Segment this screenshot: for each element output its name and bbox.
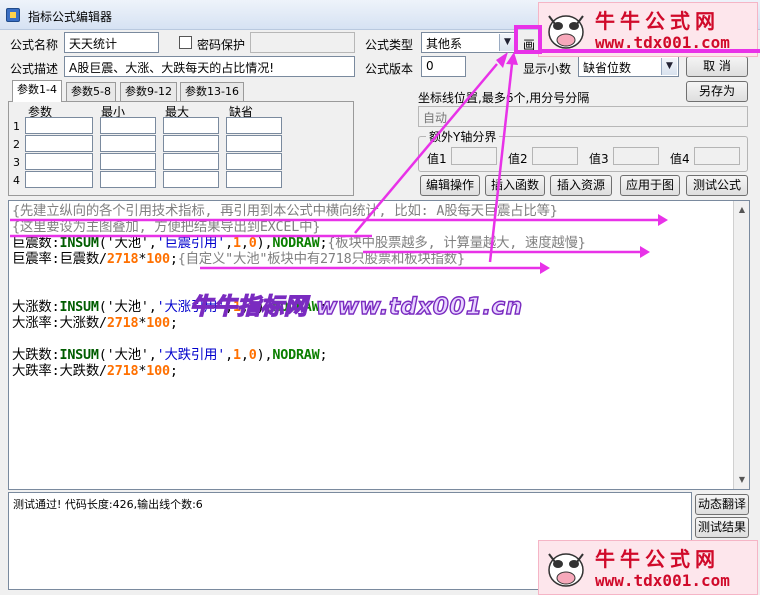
param-row-num: 2 [13, 138, 20, 151]
chevron-down-icon: ▼ [661, 58, 677, 75]
chevron-down-icon: ▼ [499, 34, 515, 51]
code-line-2: {这里要设为主图叠加, 方便把结果导出到EXCEL中} [12, 220, 321, 235]
cancel-button[interactable]: 取 消 [686, 56, 748, 77]
param-1-default[interactable] [226, 117, 282, 134]
status-text: 测试通过! 代码长度:426,输出线个数:6 [13, 498, 203, 511]
app-icon [6, 8, 20, 22]
desc-input[interactable]: A股巨震、大涨、大跌每天的占比情况! [64, 56, 355, 77]
param-4-max[interactable] [163, 171, 219, 188]
param-2-min[interactable] [100, 135, 156, 152]
param-2-default[interactable] [226, 135, 282, 152]
password-input[interactable] [250, 32, 355, 53]
code-line-1: {先建立纵向的各个引用技术指标, 再引用到本公式中横向统计, 比如: A股每天巨… [12, 204, 558, 219]
save-as-button[interactable]: 另存为 [686, 81, 748, 102]
logo-url-text: www.tdx001.com [595, 571, 730, 590]
window-title: 指标公式编辑器 [28, 10, 113, 24]
decimals-label: 显示小数 [523, 62, 572, 76]
scroll-up-icon[interactable]: ▲ [735, 203, 749, 217]
param-3-max[interactable] [163, 153, 219, 170]
edit-button[interactable]: 编辑操作 [420, 175, 480, 196]
y-value-1-input[interactable] [451, 147, 497, 165]
tab-params-5-8[interactable]: 参数5-8 [66, 82, 116, 101]
type-label: 公式类型 [365, 38, 414, 52]
dynamic-translate-button[interactable]: 动态翻译 [695, 494, 749, 515]
code-line-3: 巨震数:INSUM('大池','巨震引用',1,0),NODRAW;{板块中股票… [12, 236, 586, 251]
cow-icon [548, 15, 584, 49]
y-value-3-input[interactable] [613, 147, 659, 165]
decimals-select[interactable]: 缺省位数 ▼ [578, 56, 679, 77]
y-value-4-input[interactable] [694, 147, 740, 165]
param-1-min[interactable] [100, 117, 156, 134]
y-value-1-label: 值1 [427, 152, 447, 166]
insert-resource-button[interactable]: 插入资源 [550, 175, 612, 196]
code-line-4: 巨震率:巨震数/2718*100;{自定义"大池"板块中有2718只股票和板块指… [12, 252, 465, 267]
arrowhead-2 [506, 52, 518, 65]
param-1-name[interactable] [25, 117, 93, 134]
code-editor[interactable]: {先建立纵向的各个引用技术指标, 再引用到本公式中横向统计, 比如: A股每天巨… [8, 200, 750, 490]
y-value-2-input[interactable] [532, 147, 578, 165]
arrowhead-1 [496, 52, 508, 68]
param-3-name[interactable] [25, 153, 93, 170]
watermark-logo-bottom: 牛牛公式网 www.tdx001.com [538, 540, 758, 595]
tab-params-13-16[interactable]: 参数13-16 [180, 82, 244, 101]
logo-cn-text: 牛牛公式网 [595, 9, 720, 33]
watermark-logo-top: 牛牛公式网 www.tdx001.com [538, 2, 758, 57]
password-checkbox[interactable] [179, 36, 192, 49]
editor-scrollbar[interactable]: ▲ ▼ [733, 201, 749, 489]
code-line-9: 大跌数:INSUM('大池','大跌引用',1,0),NODRAW; [12, 348, 328, 363]
tab-params-9-12[interactable]: 参数9-12 [120, 82, 177, 101]
param-4-default[interactable] [226, 171, 282, 188]
type-select-value: 其他系 [426, 37, 463, 51]
param-1-max[interactable] [163, 117, 219, 134]
param-4-name[interactable] [25, 171, 93, 188]
insert-function-button[interactable]: 插入函数 [485, 175, 545, 196]
y-value-4-label: 值4 [670, 152, 690, 166]
param-row-num: 3 [13, 156, 20, 169]
param-3-min[interactable] [100, 153, 156, 170]
apply-to-chart-button[interactable]: 应用于图 [620, 175, 680, 196]
name-label: 公式名称 [10, 38, 59, 52]
y-value-2-label: 值2 [508, 152, 528, 166]
param-row-num: 4 [13, 174, 20, 187]
logo-url-text: www.tdx001.com [595, 33, 730, 52]
watermark-text: 牛牛指标网 www.tdx001.cn [189, 293, 523, 320]
type-select[interactable]: 其他系 ▼ [421, 32, 517, 53]
desc-label: 公式描述 [10, 62, 59, 76]
param-2-name[interactable] [25, 135, 93, 152]
code-line-10: 大跌率:大跌数/2718*100; [12, 364, 178, 379]
test-result-button[interactable]: 测试结果 [695, 517, 749, 538]
param-2-max[interactable] [163, 135, 219, 152]
tab-params-1-4[interactable]: 参数1-4 [12, 80, 62, 102]
axis-label: 坐标线位置,最多6个,用分号分隔 [418, 91, 590, 105]
param-row-num: 1 [13, 120, 20, 133]
scroll-down-icon[interactable]: ▼ [735, 473, 749, 487]
y-value-3-label: 值3 [589, 152, 609, 166]
code-line-7: 大涨率:大涨数/2718*100; [12, 316, 178, 331]
y-axis-group-title: 额外Y轴分界 [426, 128, 500, 145]
param-3-default[interactable] [226, 153, 282, 170]
version-label: 公式版本 [365, 62, 414, 76]
test-formula-button[interactable]: 测试公式 [686, 175, 748, 196]
version-input[interactable]: 0 [421, 56, 466, 77]
logo-cn-text: 牛牛公式网 [595, 547, 720, 571]
cow-icon [548, 553, 584, 587]
axis-input[interactable]: 自动 [418, 106, 748, 127]
name-input[interactable]: 天天统计 [64, 32, 159, 53]
decimals-select-value: 缺省位数 [583, 61, 632, 75]
draw-label: 画 [523, 38, 536, 52]
password-label: 密码保护 [197, 38, 246, 52]
param-4-min[interactable] [100, 171, 156, 188]
